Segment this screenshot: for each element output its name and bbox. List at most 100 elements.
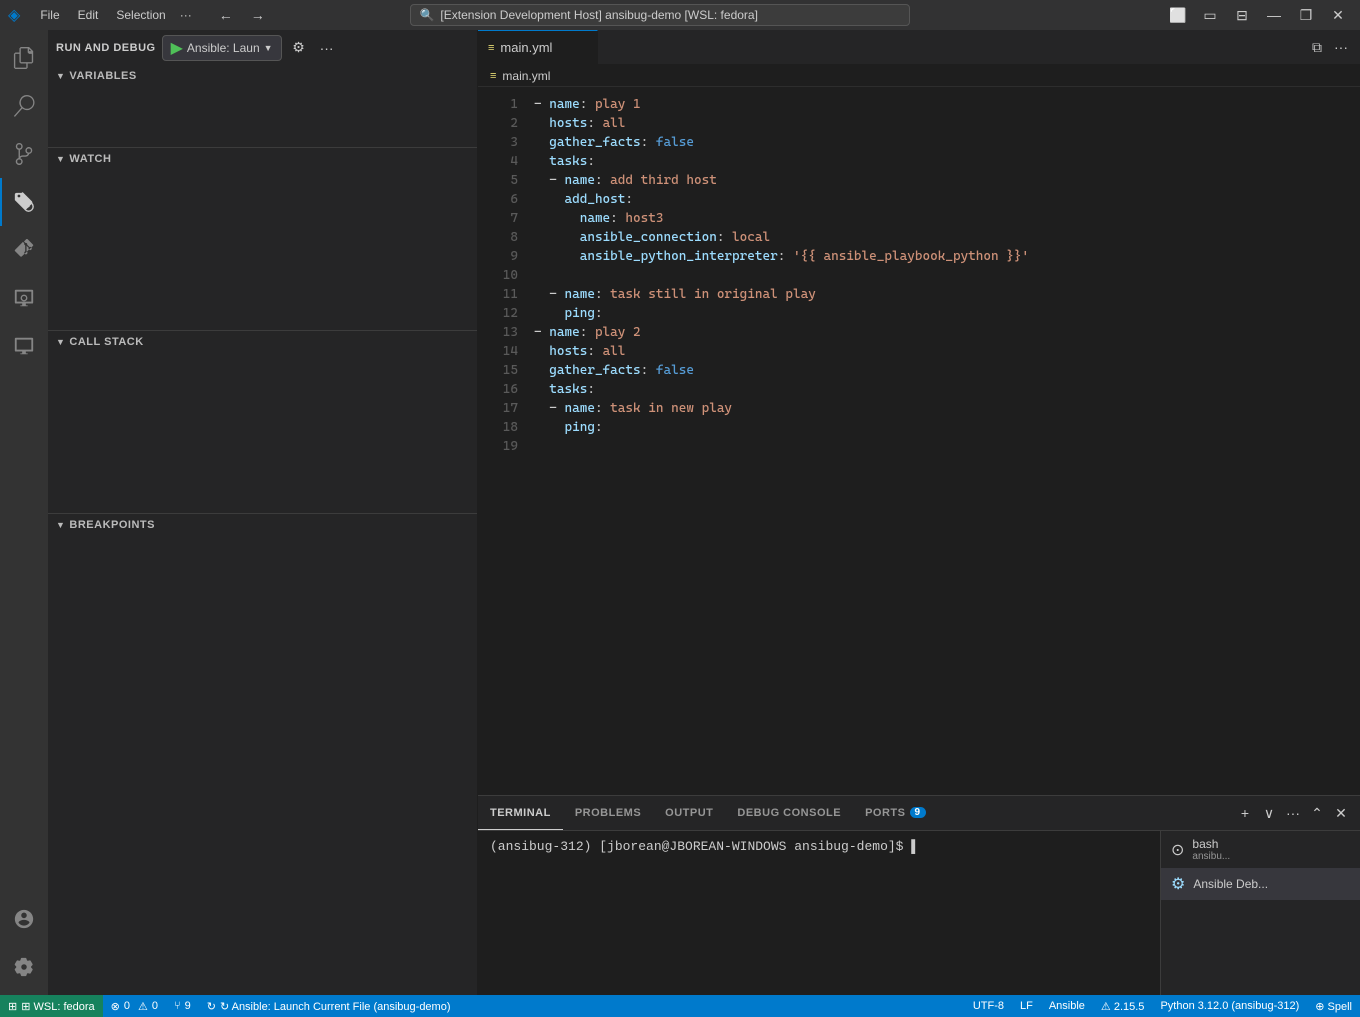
activity-remote-explorer[interactable] — [0, 274, 48, 322]
code-line-5: 5 - name: add third host — [478, 171, 1360, 190]
breakpoints-section-header[interactable]: ▼ BREAKPOINTS — [48, 514, 477, 536]
split-editor-button[interactable]: ⧉ — [1306, 36, 1328, 58]
debug-config-selector[interactable]: ▶ Ansible: Laun ▼ — [162, 35, 282, 61]
close-button[interactable]: ✕ — [1324, 5, 1352, 25]
warning-icon: ⚠ — [138, 1000, 148, 1013]
debug-toolbar: RUN AND DEBUG ▶ Ansible: Laun ▼ ⚙ ··· — [48, 30, 477, 65]
status-ports[interactable]: ⑂ 9 — [166, 995, 199, 1017]
ports-icon: ⑂ — [174, 1000, 181, 1012]
menu-edit[interactable]: Edit — [70, 6, 107, 24]
line-content-5: - name: add third host — [534, 171, 1344, 190]
bash-terminal-label: bash ansibu... — [1192, 837, 1230, 862]
terminal-more-button[interactable]: ··· — [1282, 802, 1304, 824]
watch-section-header[interactable]: ▼ WATCH — [48, 148, 477, 170]
panel-button[interactable]: ▭ — [1196, 5, 1224, 25]
code-line-1: 1- name: play 1 — [478, 95, 1360, 114]
terminal-panel: TERMINAL PROBLEMS OUTPUT DEBUG CONSOLE P… — [478, 795, 1360, 995]
more-actions-button[interactable]: ··· — [1330, 36, 1352, 58]
line-number-14: 14 — [478, 342, 518, 361]
tab-file-icon: ≡ — [488, 42, 494, 54]
code-line-4: 4 tasks: — [478, 152, 1360, 171]
code-line-2: 2 hosts: all — [478, 114, 1360, 133]
language-text: Ansible — [1049, 1000, 1085, 1012]
status-encoding[interactable]: UTF-8 — [965, 1000, 1012, 1012]
debug-gear-button[interactable]: ⚙ — [288, 37, 310, 59]
terminal-tab-debug-console[interactable]: DEBUG CONSOLE — [725, 796, 853, 830]
breakpoints-label: BREAKPOINTS — [69, 519, 155, 531]
status-bar-right: UTF-8 LF Ansible ⚠ 2.15.5 Python 3.12.0 … — [965, 1000, 1360, 1013]
code-line-15: 15 gather_facts: false — [478, 361, 1360, 380]
menu-file[interactable]: File — [32, 6, 67, 24]
version-text: ⚠ 2.15.5 — [1101, 1000, 1145, 1013]
terminal-maximize-button[interactable]: ⌃ — [1306, 802, 1328, 824]
terminal-instance-ansible[interactable]: ⚙ Ansible Deb... — [1161, 868, 1360, 900]
line-number-17: 17 — [478, 399, 518, 418]
menu-more[interactable]: ··· — [176, 6, 196, 24]
line-content-15: gather_facts: false — [534, 361, 1344, 380]
activity-settings[interactable] — [0, 943, 48, 991]
line-number-3: 3 — [478, 133, 518, 152]
activity-search[interactable] — [0, 82, 48, 130]
menu-selection[interactable]: Selection — [108, 6, 173, 24]
minimize-button[interactable]: — — [1260, 5, 1288, 25]
activity-bar — [0, 30, 48, 995]
watch-chevron: ▼ — [56, 154, 65, 164]
ansible-label-text: Ansible Deb... — [1193, 877, 1268, 891]
terminal-tab-output[interactable]: OUTPUT — [653, 796, 725, 830]
activity-source-control[interactable] — [0, 130, 48, 178]
maximize-button[interactable]: ❐ — [1292, 5, 1320, 25]
status-remote[interactable]: ⊞ ⊞ WSL: fedora — [0, 995, 103, 1017]
warning-count: 0 — [152, 1000, 158, 1012]
code-line-12: 12 ping: — [478, 304, 1360, 323]
line-content-6: add_host: — [534, 190, 1344, 209]
terminal-split-button[interactable]: ∨ — [1258, 802, 1280, 824]
line-content-1: - name: play 1 — [534, 95, 1344, 114]
line-number-9: 9 — [478, 247, 518, 266]
window-controls: ⬜ ▭ ⊟ — ❐ ✕ — [1164, 5, 1352, 25]
status-errors[interactable]: ⊗ 0 ⚠ 0 — [103, 995, 166, 1017]
line-content-13: - name: play 2 — [534, 323, 1344, 342]
layout-button[interactable]: ⬜ — [1164, 5, 1192, 25]
activity-accounts[interactable] — [0, 895, 48, 943]
watch-content — [48, 170, 477, 330]
activity-testing[interactable] — [0, 322, 48, 370]
status-language[interactable]: Ansible — [1041, 1000, 1093, 1012]
status-version[interactable]: ⚠ 2.15.5 — [1093, 1000, 1153, 1013]
status-spell[interactable]: ⊕ Spell — [1307, 1000, 1360, 1013]
tab-main-yml[interactable]: ≡ main.yml ✕ — [478, 30, 598, 64]
code-line-18: 18 ping: — [478, 418, 1360, 437]
title-search[interactable]: 🔍 [Extension Development Host] ansibug-d… — [410, 4, 910, 26]
terminal-main[interactable]: (ansibug-312) [jborean@JBOREAN-WINDOWS a… — [478, 831, 1160, 995]
terminal-tab-problems[interactable]: PROBLEMS — [563, 796, 653, 830]
terminal-tab-ports[interactable]: PORTS 9 — [853, 796, 937, 830]
activity-explorer[interactable] — [0, 34, 48, 82]
callstack-content — [48, 353, 477, 513]
line-number-15: 15 — [478, 361, 518, 380]
nav-forward-button[interactable]: → — [244, 5, 272, 25]
python-text: Python 3.12.0 (ansibug-312) — [1160, 1000, 1299, 1012]
status-eol[interactable]: LF — [1012, 1000, 1041, 1012]
line-number-12: 12 — [478, 304, 518, 323]
tab-actions: ⧉ ··· — [1298, 30, 1360, 64]
new-terminal-button[interactable]: + — [1234, 802, 1256, 824]
terminal-body: (ansibug-312) [jborean@JBOREAN-WINDOWS a… — [478, 831, 1360, 995]
status-debug[interactable]: ↻ ↻ Ansible: Launch Current File (ansibu… — [199, 995, 459, 1017]
terminal-instance-bash[interactable]: ⊙ bash ansibu... — [1161, 831, 1360, 868]
line-number-11: 11 — [478, 285, 518, 304]
sidebar-layout-button[interactable]: ⊟ — [1228, 5, 1256, 25]
code-line-17: 17 - name: task in new play — [478, 399, 1360, 418]
debug-more-button[interactable]: ··· — [316, 37, 338, 59]
terminal-close-button[interactable]: ✕ — [1330, 802, 1352, 824]
activity-run-debug[interactable] — [0, 178, 48, 226]
status-python[interactable]: Python 3.12.0 (ansibug-312) — [1152, 1000, 1307, 1012]
bash-sublabel-text: ansibu... — [1192, 851, 1230, 862]
ansible-terminal-icon: ⚙ — [1171, 874, 1185, 894]
variables-section-header[interactable]: ▼ VARIABLES — [48, 65, 477, 87]
line-content-19 — [534, 437, 1344, 456]
line-content-11: - name: task still in original play — [534, 285, 1344, 304]
code-editor[interactable]: 1- name: play 12 hosts: all3 gather_fact… — [478, 87, 1360, 795]
activity-extensions[interactable] — [0, 226, 48, 274]
terminal-tab-terminal[interactable]: TERMINAL — [478, 796, 563, 830]
callstack-section-header[interactable]: ▼ CALL STACK — [48, 331, 477, 353]
nav-back-button[interactable]: ← — [212, 5, 240, 25]
